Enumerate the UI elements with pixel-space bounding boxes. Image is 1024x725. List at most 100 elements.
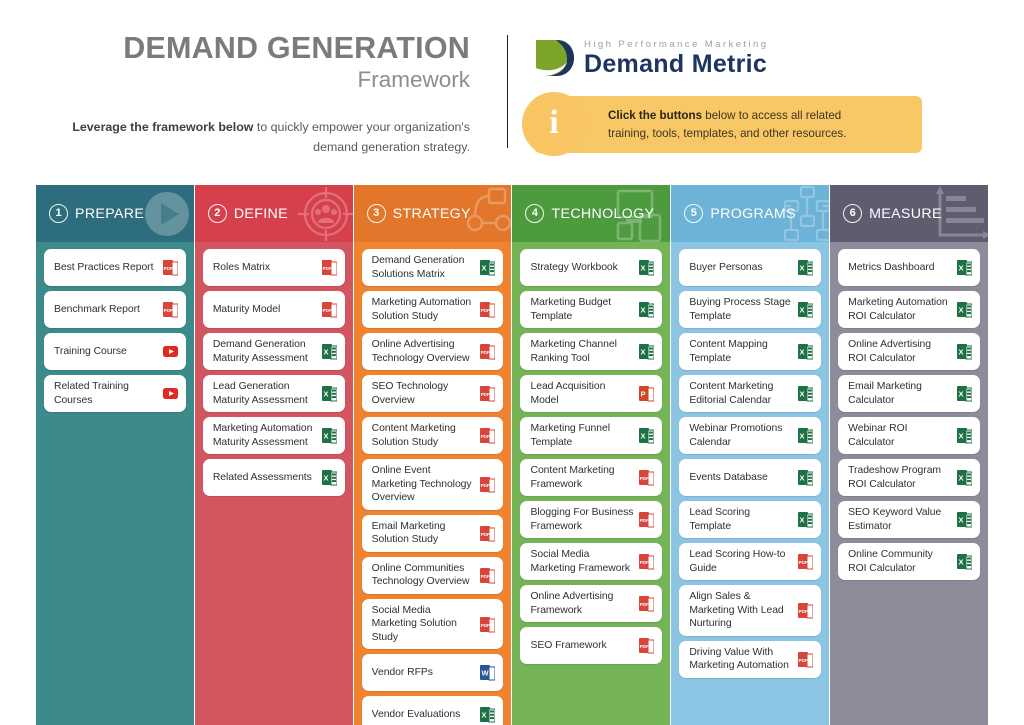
column-header-technology[interactable]: 4 TECHNOLOGY xyxy=(512,185,671,242)
xls-file-icon: X xyxy=(956,385,973,402)
resource-label: Lead Scoring Template xyxy=(689,507,750,532)
pdf-file-icon: PDF xyxy=(639,469,655,486)
pdf-file-icon: PDF xyxy=(798,651,814,668)
svg-text:PDF: PDF xyxy=(640,560,649,565)
xls-file-icon: X xyxy=(956,427,973,444)
pdf-file-icon: PDF xyxy=(798,602,814,619)
resource-button[interactable]: Vendor RFPs W xyxy=(361,654,504,692)
resource-button[interactable]: Training Course xyxy=(44,333,186,370)
resource-button[interactable]: Online Advertising Framework PDF xyxy=(520,585,663,623)
resource-button[interactable]: Email Marketing Calculator X xyxy=(838,375,980,413)
column-header-prepare[interactable]: 1 PREPARE xyxy=(36,185,194,242)
resource-button[interactable]: Marketing Budget Template X xyxy=(520,291,663,329)
resource-label: Webinar ROI Calculator xyxy=(848,423,908,448)
resource-button[interactable]: Lead Acquisition Model P xyxy=(520,375,663,413)
resource-button[interactable]: Blogging For Business Framework PDF xyxy=(520,501,663,539)
column-items: Demand Generation Solutions Matrix X Marke… xyxy=(354,242,512,725)
svg-text:PDF: PDF xyxy=(322,308,331,313)
resource-label: Maturity Model xyxy=(212,303,281,315)
resource-label: Email Marketing Calculator xyxy=(848,381,922,406)
resource-button[interactable]: Marketing Automation Solution Study PDF xyxy=(361,291,504,329)
resource-button[interactable]: Lead Scoring Template X xyxy=(679,501,822,539)
resource-label: Demand Generation Maturity Assessment xyxy=(212,339,308,364)
resource-button[interactable]: Online Event Marketing Technology Overvi… xyxy=(361,459,504,510)
xls-file-icon: X xyxy=(956,511,973,528)
resource-button[interactable]: Social Media Marketing Framework PDF xyxy=(520,543,663,581)
column-label: DEFINE xyxy=(233,205,288,222)
resource-button[interactable]: Marketing Channel Ranking Tool X xyxy=(520,333,663,371)
resource-button[interactable]: Events Database X xyxy=(679,459,822,497)
column-header-define[interactable]: 2 DEFINE xyxy=(194,185,353,242)
resource-label: Vendor RFPs xyxy=(371,667,433,679)
resource-button[interactable]: Demand Generation Maturity Assessment X xyxy=(202,333,345,371)
resource-button[interactable]: Lead Scoring How-to Guide PDF xyxy=(679,543,822,581)
pdf-file-icon: PDF xyxy=(480,427,496,444)
resource-label: SEO Keyword Value Estimator xyxy=(848,507,942,532)
resource-button[interactable]: Marketing Funnel Template X xyxy=(520,417,663,455)
resource-button[interactable]: SEO Technology Overview PDF xyxy=(361,375,504,413)
info-callout-text: Click the buttons below to access all re… xyxy=(608,107,856,142)
xls-file-icon: X xyxy=(956,553,973,570)
resource-button[interactable]: Content Marketing Framework PDF xyxy=(520,459,663,497)
intro-text: Leverage the framework below to quickly … xyxy=(36,117,496,157)
framework-grid: 1 PREPARE Best Practices Report PDF Benchmar… xyxy=(36,185,988,725)
resource-button[interactable]: Metrics Dashboard X xyxy=(838,249,980,286)
resource-button[interactable]: Benchmark Report PDF xyxy=(44,291,186,328)
column-number-badge: 5 xyxy=(684,204,704,223)
svg-text:PDF: PDF xyxy=(481,483,490,488)
resource-label: Email Marketing Solution Study xyxy=(371,520,446,546)
column-header-strategy[interactable]: 3 STRATEGY xyxy=(353,185,512,242)
resource-button[interactable]: Best Practices Report PDF xyxy=(44,249,186,286)
resource-button[interactable]: Marketing Automation Maturity Assessment… xyxy=(202,417,345,455)
resource-button[interactable]: Buying Process Stage Template X xyxy=(679,291,822,329)
resource-button[interactable]: Webinar Promotions Calendar X xyxy=(679,417,822,455)
xls-file-icon: X xyxy=(321,385,338,402)
resource-button[interactable]: Content Mapping Template X xyxy=(679,333,822,371)
svg-text:PDF: PDF xyxy=(163,266,172,271)
resource-button[interactable]: Online Communities Technology Overview PD… xyxy=(361,556,504,594)
resource-button[interactable]: Buyer Personas X xyxy=(679,249,822,286)
pdf-file-icon: PDF xyxy=(798,553,814,570)
xls-file-icon: X xyxy=(798,511,814,528)
resource-button[interactable]: SEO Keyword Value Estimator X xyxy=(838,501,980,539)
resource-button[interactable]: Content Marketing Solution Study PDF xyxy=(361,417,504,455)
resource-button[interactable]: Vendor Evaluations X xyxy=(361,696,504,725)
framework-column-strategy: 3 STRATEGY Demand Generation Solutions Mat… xyxy=(353,185,512,725)
resource-button[interactable]: Social Media Marketing Solution Study PDF xyxy=(361,598,504,650)
xls-file-icon: X xyxy=(639,259,655,276)
column-header-programs[interactable]: 5 PROGRAMS xyxy=(671,185,830,242)
svg-text:X: X xyxy=(958,558,963,567)
svg-text:X: X xyxy=(958,306,963,315)
resource-button[interactable]: Lead Generation Maturity Assessment X xyxy=(202,375,345,413)
resource-button[interactable]: Marketing Automation ROI Calculator X xyxy=(838,291,980,329)
column-header-measure[interactable]: 6 MEASURE xyxy=(830,185,988,242)
resource-button[interactable]: Maturity Model PDF xyxy=(202,291,345,328)
resource-button[interactable]: Roles Matrix PDF xyxy=(202,249,345,286)
resource-label: Online Communities Technology Overview xyxy=(371,562,470,588)
resource-button[interactable]: Online Advertising Technology Overview PD… xyxy=(361,333,504,371)
page-subtitle: Framework xyxy=(357,67,470,93)
resource-button[interactable]: Related Training Courses xyxy=(44,375,186,413)
resource-button[interactable]: Online Community ROI Calculator X xyxy=(838,543,980,581)
svg-text:X: X xyxy=(958,432,963,441)
resource-button[interactable]: SEO Framework PDF xyxy=(520,627,663,665)
svg-text:PDF: PDF xyxy=(163,308,172,313)
page-header: DEMAND GENERATION Framework Leverage the… xyxy=(0,0,1024,175)
resource-button[interactable]: Related Assessments X xyxy=(202,459,345,497)
resource-button[interactable]: Webinar ROI Calculator X xyxy=(838,417,980,455)
pdf-file-icon: PDF xyxy=(162,259,179,276)
xls-file-icon: X xyxy=(798,259,814,276)
resource-button[interactable]: Online Advertising ROI Calculator X xyxy=(838,333,980,371)
resource-label: SEO Technology Overview xyxy=(371,381,449,406)
resource-label: Align Sales & Marketing With Lead Nurtur… xyxy=(689,591,784,630)
resource-button[interactable]: Strategy Workbook X xyxy=(520,249,663,286)
svg-text:X: X xyxy=(323,390,328,399)
resource-button[interactable]: Align Sales & Marketing With Lead Nurtur… xyxy=(679,585,822,636)
svg-text:X: X xyxy=(641,306,646,315)
resource-button[interactable]: Tradeshow Program ROI Calculator X xyxy=(838,459,980,497)
resource-button[interactable]: Email Marketing Solution Study PDF xyxy=(361,514,504,552)
resource-button[interactable]: Content Marketing Editorial Calendar X xyxy=(679,375,822,413)
resource-button[interactable]: Demand Generation Solutions Matrix X xyxy=(361,249,504,287)
resource-button[interactable]: Driving Value With Marketing Automation P… xyxy=(679,640,822,678)
column-items: Strategy Workbook X Marketing Budget Templ… xyxy=(512,242,670,725)
